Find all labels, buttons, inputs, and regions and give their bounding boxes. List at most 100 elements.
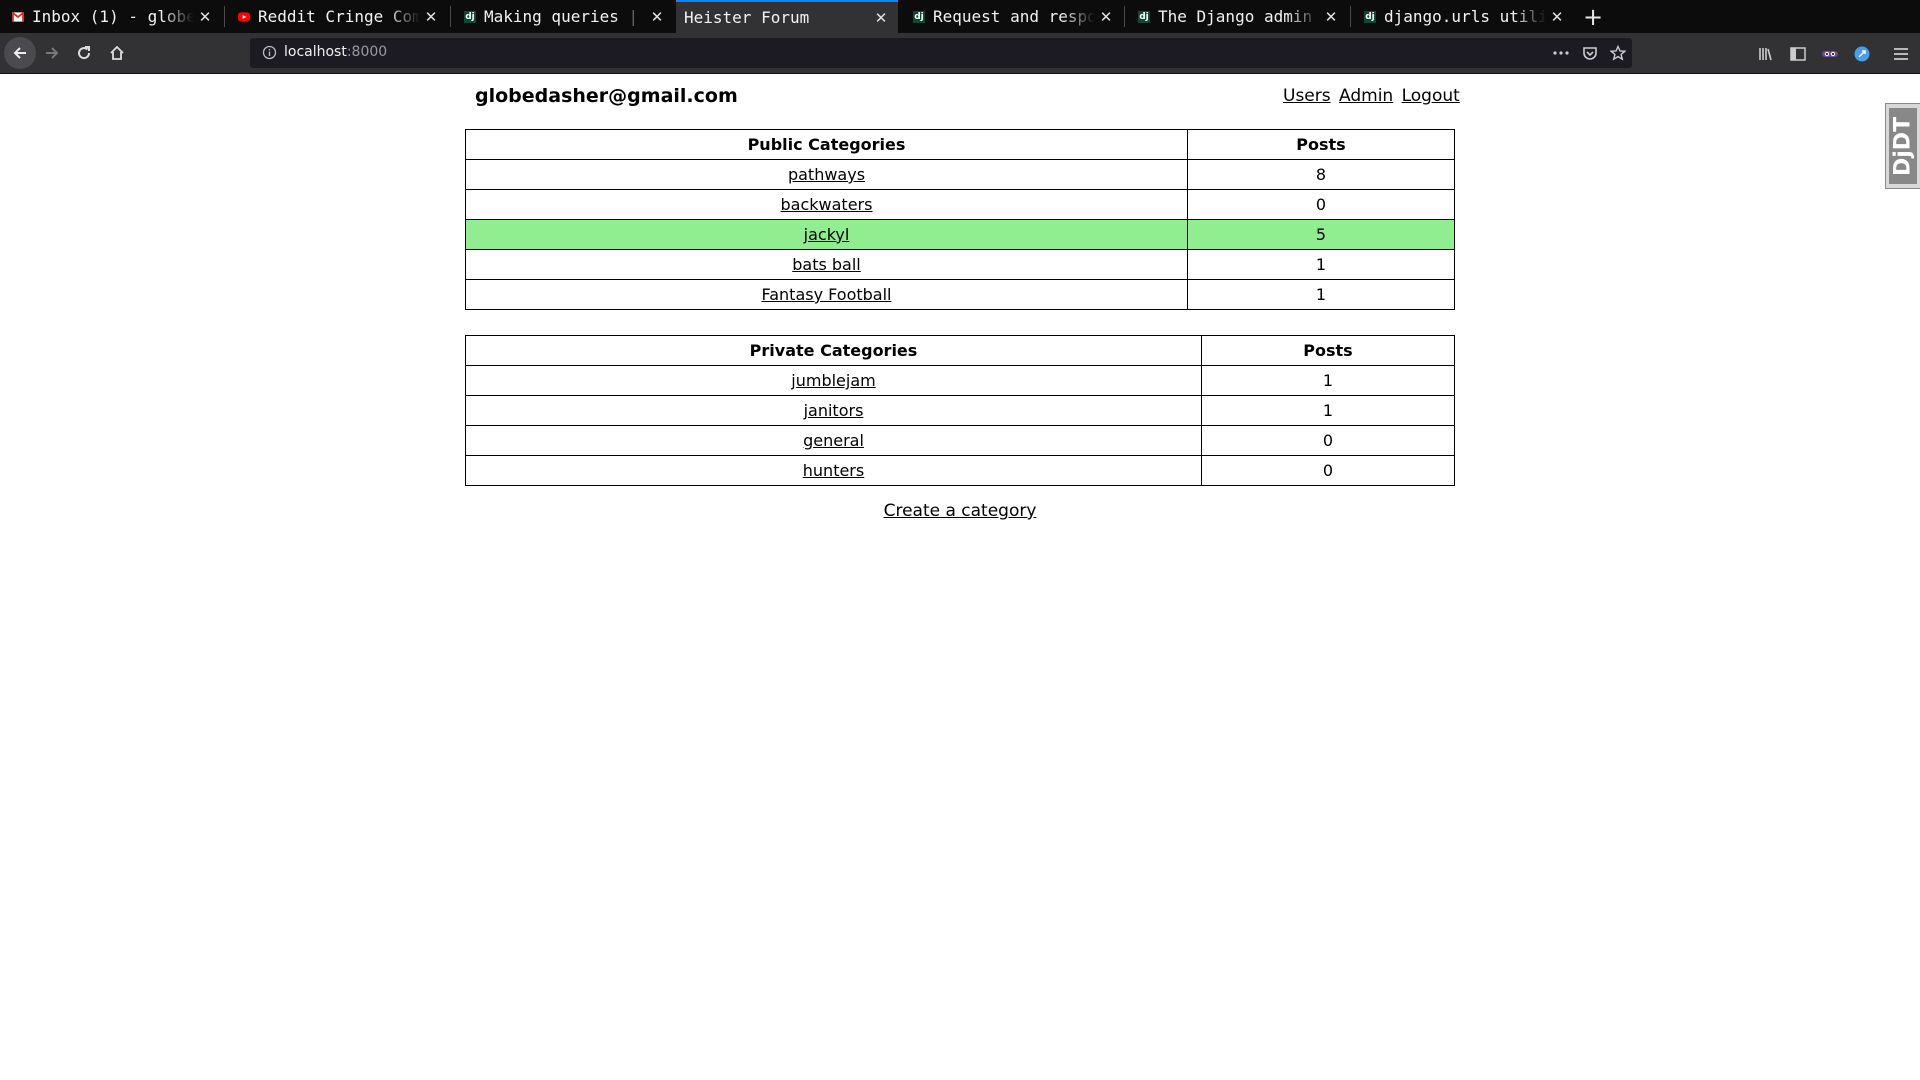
pocket-icon[interactable] xyxy=(1581,44,1599,62)
table-row: hunters 0 xyxy=(465,455,1455,486)
tab-5[interactable]: dj The Django admin s ✕ xyxy=(1126,0,1348,33)
back-button[interactable] xyxy=(4,37,36,69)
table-row: backwaters 0 xyxy=(465,189,1455,220)
category-cell: pathways xyxy=(465,159,1188,190)
tab-separator xyxy=(450,6,451,27)
close-icon[interactable]: ✕ xyxy=(194,8,216,26)
table-row: bats ball 1 xyxy=(465,249,1455,280)
category-cell: backwaters xyxy=(465,189,1188,220)
column-header: Posts xyxy=(1187,129,1455,160)
django-icon: dj xyxy=(913,10,925,23)
category-link[interactable]: hunters xyxy=(803,461,864,480)
debug-toolbar-label: DjDT xyxy=(1889,108,1917,184)
django-icon: dj xyxy=(464,10,476,23)
category-cell: janitors xyxy=(465,395,1202,426)
create-category-link[interactable]: Create a category xyxy=(884,501,1037,521)
category-link[interactable]: jackyl xyxy=(804,225,850,244)
table-row: Fantasy Football 1 xyxy=(465,279,1455,310)
post-count: 1 xyxy=(1201,365,1455,396)
close-icon[interactable]: ✕ xyxy=(646,8,668,26)
post-count: 0 xyxy=(1187,189,1455,220)
arrow-left-icon xyxy=(13,47,26,59)
user-email: globedasher@gmail.com xyxy=(475,85,738,107)
reload-button[interactable] xyxy=(68,37,100,69)
tab-title: Making queries | D xyxy=(484,7,646,26)
debug-toolbar-handle[interactable]: DjDT xyxy=(1885,103,1920,189)
column-header: Posts xyxy=(1201,335,1455,366)
tab-6[interactable]: dj django.urls utilit ✕ xyxy=(1352,0,1574,33)
page: globedasher@gmail.com Users Admin Logout… xyxy=(0,75,1920,1080)
post-count: 1 xyxy=(1187,279,1455,310)
category-cell: Fantasy Football xyxy=(465,279,1188,310)
address-bar[interactable]: localhost:8000 xyxy=(250,38,1632,68)
close-icon[interactable]: ✕ xyxy=(870,9,892,27)
home-button[interactable] xyxy=(101,37,133,69)
column-header: Private Categories xyxy=(465,335,1202,366)
url-port: :8000 xyxy=(346,44,388,60)
category-link[interactable]: pathways xyxy=(788,165,865,184)
column-header: Public Categories xyxy=(465,129,1188,160)
tab-1[interactable]: Reddit Cringe Comp ✕ xyxy=(226,0,448,33)
post-count: 5 xyxy=(1187,219,1455,250)
account-icon[interactable] xyxy=(1853,45,1871,63)
top-links: Users Admin Logout xyxy=(1283,86,1463,106)
post-count: 1 xyxy=(1187,249,1455,280)
close-icon[interactable]: ✕ xyxy=(1546,8,1568,26)
category-link[interactable]: general xyxy=(803,431,864,450)
category-cell: hunters xyxy=(465,455,1202,486)
table-header-row: Private Categories Posts xyxy=(465,335,1455,366)
private-categories-table: Private Categories Posts jumblejam 1 jan… xyxy=(465,335,1455,486)
table-row-highlighted: jackyl 5 xyxy=(465,219,1455,250)
tab-separator xyxy=(224,6,225,27)
home-icon xyxy=(110,45,124,60)
close-icon[interactable]: ✕ xyxy=(1095,8,1117,26)
category-cell: bats ball xyxy=(465,249,1188,280)
tab-title: Inbox (1) - globe xyxy=(32,7,194,26)
post-count: 1 xyxy=(1201,395,1455,426)
url-host: localhost xyxy=(284,44,347,60)
django-icon: dj xyxy=(1138,10,1150,23)
tab-title: Heister Forum xyxy=(684,8,810,27)
table-header-row: Public Categories Posts xyxy=(465,129,1455,160)
tab-bar: Inbox (1) - globe ✕ Reddit Cringe Comp ✕… xyxy=(0,0,1920,33)
public-categories-table: Public Categories Posts pathways 8 backw… xyxy=(465,129,1455,310)
table-row: jumblejam 1 xyxy=(465,365,1455,396)
category-link[interactable]: jumblejam xyxy=(791,371,875,390)
category-link[interactable]: janitors xyxy=(804,401,864,420)
users-link[interactable]: Users xyxy=(1283,86,1331,106)
info-icon[interactable] xyxy=(262,45,277,60)
tab-title: The Django admin s xyxy=(1158,7,1320,26)
library-icon[interactable] xyxy=(1757,45,1775,63)
category-cell: jackyl xyxy=(465,219,1188,250)
new-tab-button[interactable]: + xyxy=(1579,0,1607,33)
category-cell: general xyxy=(465,425,1202,456)
tab-4[interactable]: dj Request and respon ✕ xyxy=(901,0,1123,33)
close-icon[interactable]: ✕ xyxy=(1320,8,1342,26)
close-icon[interactable]: ✕ xyxy=(420,8,442,26)
django-icon: dj xyxy=(1364,10,1376,23)
extension-icon[interactable] xyxy=(1821,45,1839,63)
post-count: 8 xyxy=(1187,159,1455,190)
menu-icon[interactable] xyxy=(1892,45,1910,63)
arrow-right-icon xyxy=(46,47,59,59)
admin-link[interactable]: Admin xyxy=(1339,86,1393,106)
logout-link[interactable]: Logout xyxy=(1402,86,1460,106)
category-link[interactable]: Fantasy Football xyxy=(762,285,892,304)
table-row: pathways 8 xyxy=(465,159,1455,190)
tab-title: django.urls utilit xyxy=(1384,7,1546,26)
category-link[interactable]: bats ball xyxy=(792,255,861,274)
forward-button[interactable] xyxy=(36,37,68,69)
tab-title: Reddit Cringe Comp xyxy=(258,7,420,26)
tab-3[interactable]: Heister Forum ✕ xyxy=(676,0,898,33)
tab-0[interactable]: Inbox (1) - globe ✕ xyxy=(0,0,222,33)
post-count: 0 xyxy=(1201,455,1455,486)
star-icon[interactable] xyxy=(1609,44,1627,62)
category-link[interactable]: backwaters xyxy=(781,195,873,214)
table-row: general 0 xyxy=(465,425,1455,456)
tab-2[interactable]: dj Making queries | D ✕ xyxy=(452,0,674,33)
more-actions-icon[interactable] xyxy=(1552,44,1570,62)
tab-separator xyxy=(1350,6,1351,27)
sidebar-icon[interactable] xyxy=(1789,45,1807,63)
youtube-icon xyxy=(238,11,250,23)
table-row: janitors 1 xyxy=(465,395,1455,426)
